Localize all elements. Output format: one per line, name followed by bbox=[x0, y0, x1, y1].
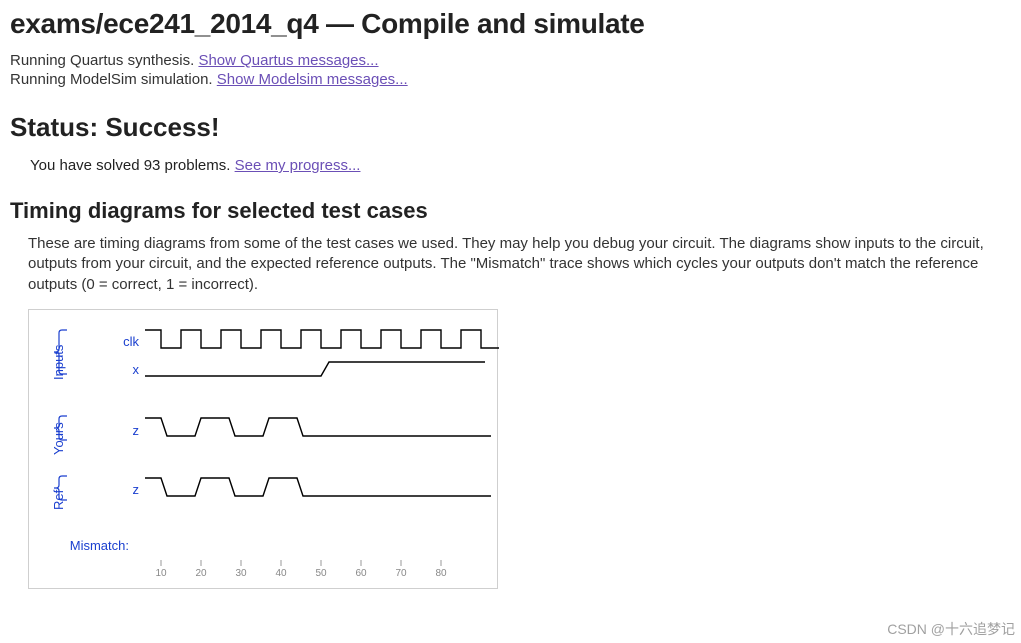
quartus-status-line: Running Quartus synthesis. Show Quartus … bbox=[10, 52, 1011, 69]
modelsim-status-text: Running ModelSim simulation. bbox=[10, 71, 217, 88]
timing-heading: Timing diagrams for selected test cases bbox=[10, 198, 1011, 224]
status-heading: Status: Success! bbox=[10, 112, 1011, 143]
quartus-status-text: Running Quartus synthesis. bbox=[10, 52, 198, 69]
progress-link[interactable]: See my progress... bbox=[235, 157, 361, 174]
watermark: CSDN @十六追梦记 bbox=[887, 619, 1015, 639]
timing-diagram: Inputs Yours Ref clk x z z Mismatch: 10 … bbox=[28, 309, 498, 589]
timing-svg bbox=[29, 310, 499, 590]
solved-prefix: You have solved bbox=[30, 157, 144, 174]
solved-count: 93 bbox=[144, 157, 161, 174]
solved-suffix: problems. bbox=[160, 157, 234, 174]
modelsim-messages-link[interactable]: Show Modelsim messages... bbox=[217, 71, 408, 88]
solved-line: You have solved 93 problems. See my prog… bbox=[30, 157, 1011, 174]
quartus-messages-link[interactable]: Show Quartus messages... bbox=[198, 52, 378, 69]
modelsim-status-line: Running ModelSim simulation. Show Models… bbox=[10, 71, 1011, 88]
page-title: exams/ece241_2014_q4 — Compile and simul… bbox=[10, 8, 1011, 40]
timing-description: These are timing diagrams from some of t… bbox=[28, 234, 1008, 295]
